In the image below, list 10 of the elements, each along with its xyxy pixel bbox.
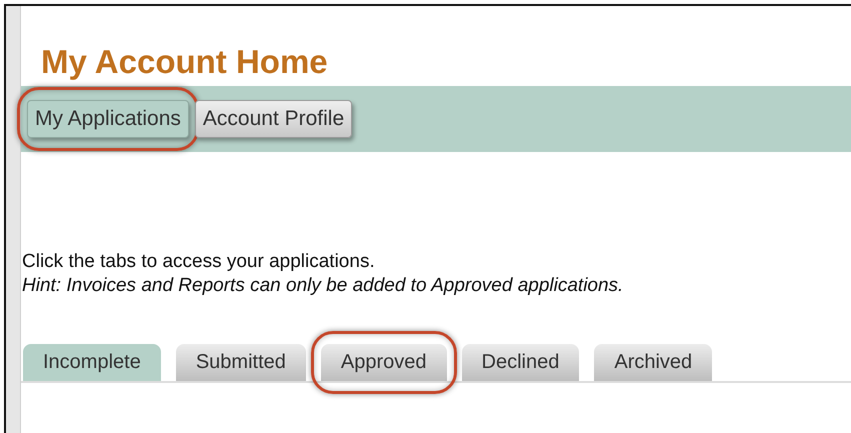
hint-text: Hint: Invoices and Reports can only be added to Approved applications. — [22, 274, 624, 298]
page-title: My Account Home — [41, 44, 329, 80]
nav-button[interactable]: Account Profile — [194, 100, 352, 138]
tab[interactable]: Archived — [594, 344, 712, 381]
tab[interactable]: Incomplete — [23, 344, 161, 381]
tab[interactable]: Declined — [462, 344, 580, 381]
tab[interactable]: Submitted — [176, 344, 306, 381]
instructions-text: Click the tabs to access your applications. — [22, 250, 376, 274]
tab[interactable]: Approved — [320, 344, 447, 381]
nav-button[interactable]: My Applications — [27, 100, 189, 138]
